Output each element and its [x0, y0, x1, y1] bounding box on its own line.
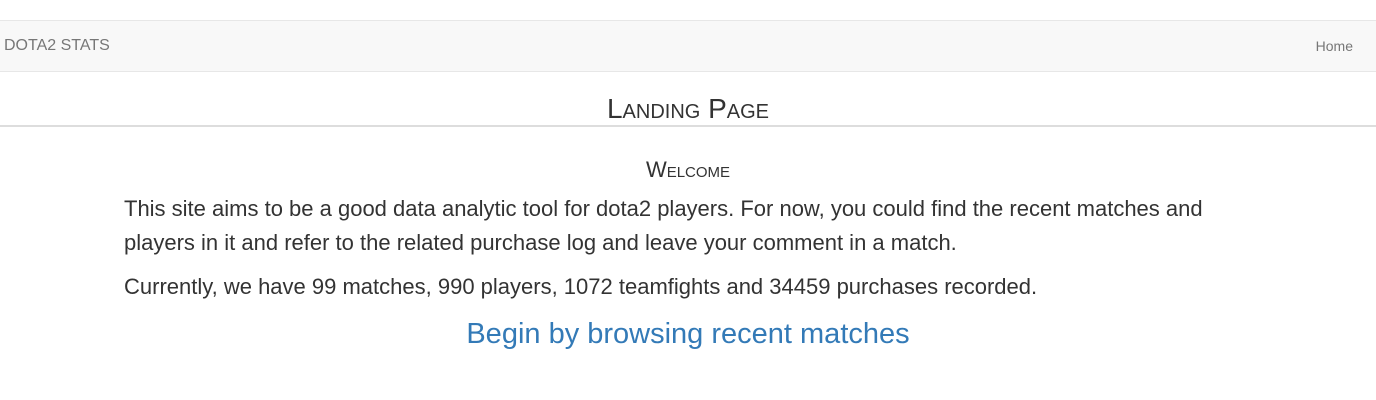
nav-home-link[interactable]: Home	[1316, 21, 1353, 71]
page-title: Landing Page	[606, 93, 770, 124]
browse-matches-link[interactable]: Begin by browsing recent matches	[466, 318, 909, 350]
brand-link[interactable]: DOTA2 STATS	[4, 21, 110, 71]
title-divider	[0, 125, 1376, 127]
welcome-heading: Welcome	[645, 157, 731, 182]
intro-paragraph: This site aims to be a good data analyti…	[124, 196, 1203, 255]
cta-container: Begin by browsing recent matches	[0, 314, 1376, 359]
stats-paragraph: Currently, we have 99 matches, 990 playe…	[124, 274, 1038, 299]
top-navbar: DOTA2 STATS Home	[0, 20, 1376, 72]
